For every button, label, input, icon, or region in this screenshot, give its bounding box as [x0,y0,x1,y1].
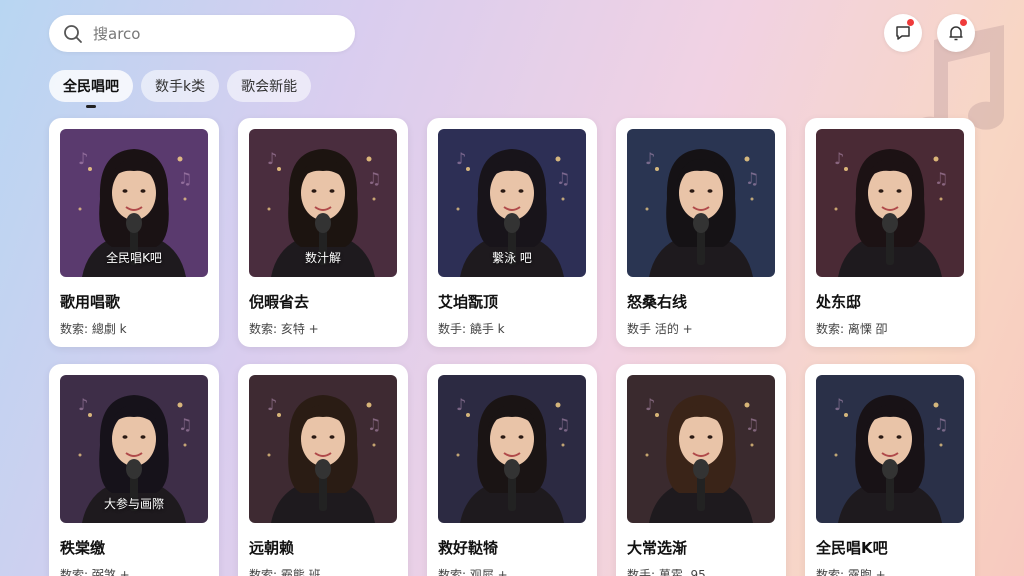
singer-portrait: ♪ ♫ [627,375,775,523]
song-meta: 数索: 霸熊 班 [249,568,321,576]
song-meta: 数索: 观犀 + [438,568,508,576]
svg-text:♪: ♪ [78,149,88,168]
song-card[interactable]: ♪ ♫ 全民唱K吧 歌用唱歌 数索: 總劇 k [49,118,219,347]
singer-portrait: ♪ ♫ [438,375,586,523]
search-icon [64,24,82,43]
song-card[interactable]: ♪ ♫ 处东邸 数索: 离慄 卲 [805,118,975,347]
song-title: 处东邸 [816,293,862,311]
song-card[interactable]: ♪ ♫ 繫泳 吧 艾垍翫顶 数手: 饒手 k [427,118,597,347]
singer-cover-image: ♪ ♫ [249,375,397,523]
svg-text:♪: ♪ [834,395,844,414]
tab-2[interactable]: 歌会新能 [227,70,312,102]
song-meta: 数索: 露煦 + [816,568,886,576]
search-input[interactable] [93,24,333,43]
singer-portrait: ♪ ♫ [249,375,397,523]
active-tab-indicator [86,105,96,108]
song-title: 倪暇省去 [249,293,310,311]
svg-text:♫: ♫ [745,169,759,188]
svg-text:♫: ♫ [556,169,570,188]
song-meta: 数手: 饒手 k [438,322,505,336]
category-tabs: 全民唱吧 数手k类 歌会新能 [49,70,312,108]
tab-label: 全民唱吧 [63,79,119,95]
song-meta: 数索: 亥特 + [249,322,319,336]
song-title: 全民唱K吧 [816,539,888,557]
singer-cover-image: ♪ ♫ [627,129,775,277]
song-title: 歌用唱歌 [60,293,121,311]
svg-text:♫: ♫ [367,169,381,188]
singer-cover-image: ♪ ♫ [816,375,964,523]
song-card[interactable]: ♪ ♫ 大参与画際 秩棠缴 数索: 弼煞 + [49,364,219,576]
tab-1[interactable]: 数手k类 [141,70,220,102]
cover-caption: 繫泳 吧 [492,251,532,265]
svg-text:♪: ♪ [834,149,844,168]
svg-text:♫: ♫ [178,169,192,188]
tab-0[interactable]: 全民唱吧 [49,70,133,108]
notification-button[interactable] [937,14,975,52]
singer-cover-image: ♪ ♫ 全民唱K吧 [60,129,208,277]
song-title: 艾垍翫顶 [438,293,499,311]
song-title: 怒桑右线 [627,293,688,311]
svg-text:♫: ♫ [367,415,381,434]
svg-text:♫: ♫ [745,415,759,434]
song-title: 远朝赖 [249,539,295,557]
cover-caption: 全民唱K吧 [106,251,162,265]
cover-caption: 数汁解 [304,251,341,265]
svg-text:♫: ♫ [178,415,192,434]
svg-text:♪: ♪ [78,395,88,414]
singer-portrait: ♪ ♫ [816,375,964,523]
song-grid: ♪ ♫ 全民唱K吧 歌用唱歌 数索: 總劇 k ♪ ♫ 数汁解 倪暇省去 数索:… [49,118,975,576]
singer-cover-image: ♪ ♫ 数汁解 [249,129,397,277]
song-card[interactable]: ♪ ♫ 救好鞑犄 数索: 观犀 + [427,364,597,576]
singer-portrait: ♪ ♫ [627,129,775,277]
song-meta: 数索: 离慄 卲 [816,322,888,336]
svg-text:♫: ♫ [934,169,948,188]
song-title: 大常选渐 [627,539,688,557]
notification-dot [960,19,967,26]
song-meta: 数手 活的 + [627,322,693,336]
singer-cover-image: ♪ ♫ 大参与画際 [60,375,208,523]
song-title: 救好鞑犄 [438,539,499,557]
svg-text:♪: ♪ [267,395,277,414]
chat-button[interactable] [884,14,922,52]
svg-text:♪: ♪ [645,395,655,414]
singer-cover-image: ♪ ♫ [816,129,964,277]
singer-portrait: ♪ ♫ [816,129,964,277]
song-card[interactable]: ♪ ♫ 大常选渐 数手: 萬霍. 95 [616,364,786,576]
song-meta: 数索: 弼煞 + [60,568,130,576]
svg-text:♪: ♪ [456,149,466,168]
song-meta: 数索: 總劇 k [60,322,127,336]
song-card[interactable]: ♪ ♫ 怒桑右线 数手 活的 + [616,118,786,347]
singer-cover-image: ♪ ♫ 繫泳 吧 [438,129,586,277]
song-meta: 数手: 萬霍. 95 [627,568,706,576]
cover-caption: 大参与画際 [103,497,164,511]
svg-text:♪: ♪ [267,149,277,168]
chat-icon [896,26,910,40]
tab-label: 歌会新能 [241,79,298,95]
bell-icon [949,26,963,41]
svg-text:♫: ♫ [556,415,570,434]
svg-text:♪: ♪ [645,149,655,168]
tab-label: 数手k类 [155,79,206,95]
notification-dot [907,19,914,26]
song-card[interactable]: ♪ ♫ 远朝赖 数索: 霸熊 班 [238,364,408,576]
singer-cover-image: ♪ ♫ [438,375,586,523]
singer-cover-image: ♪ ♫ [627,375,775,523]
song-card[interactable]: ♪ ♫ 数汁解 倪暇省去 数索: 亥特 + [238,118,408,347]
song-title: 秩棠缴 [60,539,106,557]
svg-text:♪: ♪ [456,395,466,414]
svg-text:♫: ♫ [934,415,948,434]
song-card[interactable]: ♪ ♫ 全民唱K吧 数索: 露煦 + [805,364,975,576]
search-bar[interactable] [49,15,355,52]
